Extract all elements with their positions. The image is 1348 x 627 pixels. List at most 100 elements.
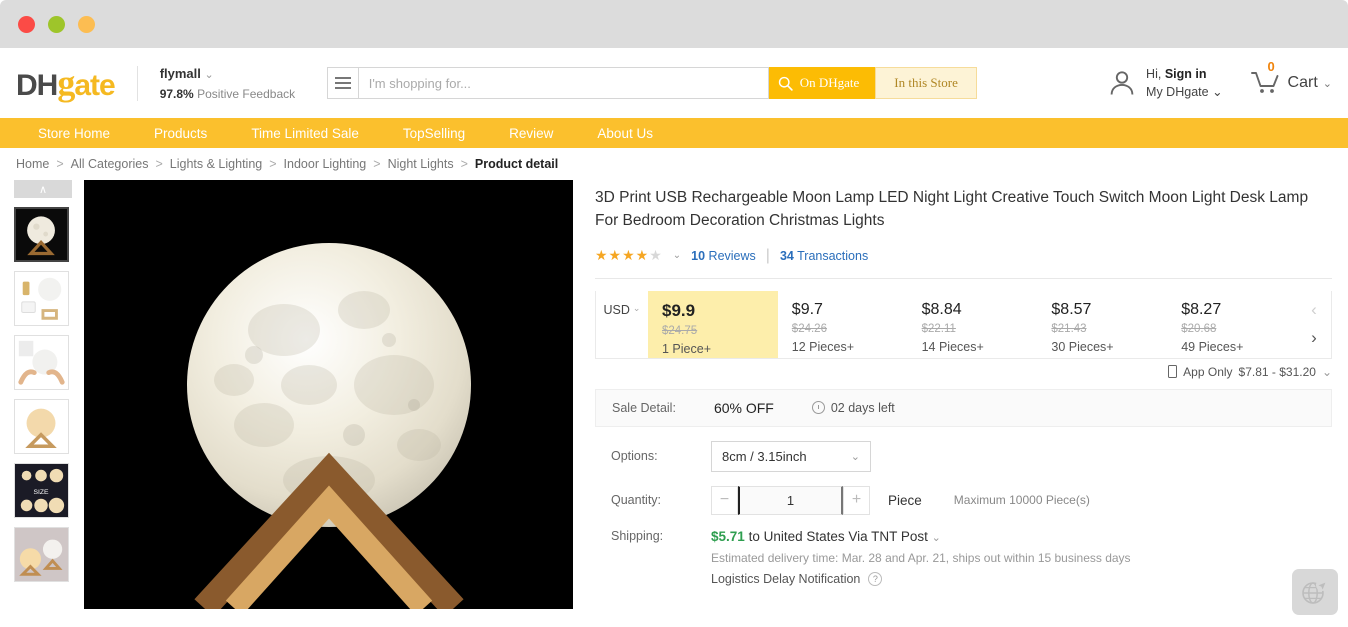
logo-ate-text: ate bbox=[74, 69, 115, 102]
price-tier-3[interactable]: $8.57 $21.43 30 Pieces+ bbox=[1037, 291, 1167, 358]
app-only-range: $7.81 - $31.20 bbox=[1238, 364, 1316, 379]
star-rating-icon[interactable]: ★★★★★ bbox=[595, 247, 663, 264]
options-label: Options: bbox=[611, 449, 658, 463]
rating-divider: | bbox=[765, 246, 770, 264]
signin-link[interactable]: Sign in bbox=[1165, 67, 1207, 81]
shipping-label: Shipping: bbox=[611, 528, 664, 543]
logistics-delay-label[interactable]: Logistics Delay Notification bbox=[711, 572, 860, 586]
thumbnail-4[interactable]: SIZE bbox=[14, 463, 69, 518]
reviews-label: Reviews bbox=[708, 248, 756, 263]
breadcrumb-lights-lighting[interactable]: Lights & Lighting bbox=[170, 157, 262, 171]
price-tier-2[interactable]: $8.84 $22.11 14 Pieces+ bbox=[908, 291, 1038, 358]
tier-prev-arrow-icon[interactable]: ‹ bbox=[1311, 300, 1317, 320]
tier-price: $8.57 bbox=[1051, 300, 1092, 318]
language-region-widget[interactable] bbox=[1292, 569, 1338, 615]
nav-item-topselling[interactable]: TopSelling bbox=[381, 126, 487, 141]
sale-time-left: 02 days left bbox=[830, 400, 895, 415]
tier-original: $24.26 bbox=[791, 322, 827, 335]
shipping-destination: to United States Via TNT Post bbox=[748, 528, 928, 544]
window-close-button[interactable] bbox=[18, 15, 35, 33]
logo-g-text: g bbox=[57, 63, 75, 103]
mobile-phone-icon bbox=[1168, 365, 1178, 378]
tier-next-arrow-icon[interactable]: › bbox=[1311, 328, 1317, 348]
tier-quantity: 1 Piece+ bbox=[662, 341, 711, 356]
help-icon[interactable]: ? bbox=[868, 571, 883, 586]
product-main: ∧ SIZE 3D Print USB Rechargeable Moon La… bbox=[0, 180, 1348, 609]
app-only-price[interactable]: App Only $7.81 - $31.20 ⌄ bbox=[595, 365, 1332, 379]
search-on-dhgate-label: On DHgate bbox=[799, 75, 860, 90]
transactions-count: 34 bbox=[779, 248, 794, 263]
chevron-down-icon: ⌄ bbox=[1321, 364, 1332, 379]
tier-original: $22.11 bbox=[921, 322, 956, 335]
feedback-percent: 97.8% bbox=[159, 86, 194, 101]
thumb-bedroom-scene-icon bbox=[15, 528, 68, 581]
nav-item-about-us[interactable]: About Us bbox=[575, 126, 675, 141]
search-in-store-button[interactable]: In this Store bbox=[875, 67, 977, 99]
price-tier-4[interactable]: $8.27 $20.68 49 Pieces+ bbox=[1167, 291, 1297, 358]
tier-quantity: 14 Pieces+ bbox=[921, 339, 984, 354]
quantity-stepper: − + bbox=[711, 485, 870, 515]
quantity-increase-button[interactable]: + bbox=[843, 485, 870, 515]
thumbnail-1[interactable] bbox=[14, 271, 69, 326]
my-dhgate-line: My DHgate ⌄ bbox=[1146, 83, 1223, 101]
price-tier-0[interactable]: $9.9 $24.75 1 Piece+ bbox=[648, 290, 778, 358]
shipping-method[interactable]: $5.71 to United States Via TNT Post ⌄ bbox=[711, 529, 1131, 544]
options-select[interactable]: 8cm / 3.15inch ⌄ bbox=[711, 440, 871, 472]
chevron-down-icon: ⌄ bbox=[850, 450, 860, 463]
dhgate-logo[interactable]: DHgate bbox=[16, 63, 116, 103]
breadcrumb-all-categories[interactable]: All Categories bbox=[71, 157, 149, 171]
breadcrumb-indoor-lighting[interactable]: Indoor Lighting bbox=[284, 157, 367, 171]
nav-item-time-limited-sale[interactable]: Time Limited Sale bbox=[229, 126, 381, 141]
my-dhgate-label: My DHgate bbox=[1146, 85, 1209, 99]
quantity-max-note: Maximum 10000 Piece(s) bbox=[953, 493, 1090, 507]
globe-airplane-icon bbox=[1302, 579, 1328, 604]
thumbnail-5[interactable] bbox=[14, 527, 69, 582]
category-menu-icon[interactable] bbox=[326, 67, 359, 99]
transactions-link[interactable]: 34 Transactions bbox=[780, 249, 868, 263]
price-tier-pagination: ‹ › bbox=[1297, 291, 1331, 358]
currency-selector[interactable]: USD ⌄ bbox=[596, 291, 648, 358]
store-info: flymall ⌄ 97.8% Positive Feedback bbox=[136, 65, 307, 101]
nav-item-products[interactable]: Products bbox=[132, 126, 229, 141]
quantity-row: Quantity: − + Piece Maximum 10000 Piece(… bbox=[595, 472, 1332, 515]
tier-original: $20.68 bbox=[1181, 322, 1217, 335]
nav-item-review[interactable]: Review bbox=[487, 126, 575, 141]
reviews-link[interactable]: 10 Reviews bbox=[691, 249, 756, 263]
account-menu[interactable]: Hi, Sign in My DHgate ⌄ bbox=[1107, 65, 1223, 101]
store-name-label: flymall bbox=[159, 65, 201, 81]
chevron-down-icon[interactable]: ⌄ bbox=[673, 250, 681, 261]
shipping-cost: $5.71 bbox=[711, 528, 745, 544]
quantity-unit: Piece bbox=[888, 492, 922, 508]
breadcrumb-night-lights[interactable]: Night Lights bbox=[388, 157, 454, 171]
tier-price: $8.27 bbox=[1181, 300, 1222, 318]
window-maximize-button[interactable] bbox=[48, 15, 65, 33]
reviews-count: 10 bbox=[691, 248, 706, 263]
quantity-input[interactable] bbox=[738, 485, 843, 515]
price-tier-table: USD ⌄ $9.9 $24.75 1 Piece+ $9.7 $24.26 1… bbox=[595, 290, 1332, 359]
thumbnail-3[interactable] bbox=[14, 399, 69, 454]
store-name[interactable]: flymall ⌄ bbox=[160, 66, 307, 81]
search-input[interactable] bbox=[358, 67, 769, 99]
price-tier-1[interactable]: $9.7 $24.26 12 Pieces+ bbox=[778, 291, 908, 358]
search-on-dhgate-button[interactable]: On DHgate bbox=[768, 67, 876, 99]
search-in-store-label: In this Store bbox=[894, 75, 958, 90]
nav-item-store-home[interactable]: Store Home bbox=[16, 126, 132, 141]
cart-menu[interactable]: 0 Cart ⌄ bbox=[1249, 59, 1332, 97]
product-hero-image[interactable] bbox=[84, 180, 573, 609]
tier-price: $9.9 bbox=[662, 300, 696, 320]
thumbnail-0[interactable] bbox=[14, 207, 69, 262]
breadcrumb-home[interactable]: Home bbox=[16, 157, 49, 171]
search-area: On DHgate In this Store bbox=[326, 67, 977, 99]
tier-original: $24.75 bbox=[662, 324, 698, 337]
search-icon bbox=[778, 76, 793, 91]
window-minimize-button[interactable] bbox=[78, 15, 95, 33]
gallery-scroll-up-button[interactable]: ∧ bbox=[14, 180, 72, 198]
tier-quantity: 49 Pieces+ bbox=[1181, 339, 1244, 354]
logistics-delay-row: Logistics Delay Notification ? bbox=[711, 571, 1131, 586]
thumb-package-contents-icon bbox=[15, 272, 68, 325]
moon-lamp-illustration bbox=[84, 180, 573, 609]
product-details: 3D Print USB Rechargeable Moon Lamp LED … bbox=[573, 180, 1348, 609]
quantity-decrease-button[interactable]: − bbox=[711, 485, 738, 515]
thumbnail-2[interactable] bbox=[14, 335, 69, 390]
svg-text:SIZE: SIZE bbox=[34, 489, 49, 496]
